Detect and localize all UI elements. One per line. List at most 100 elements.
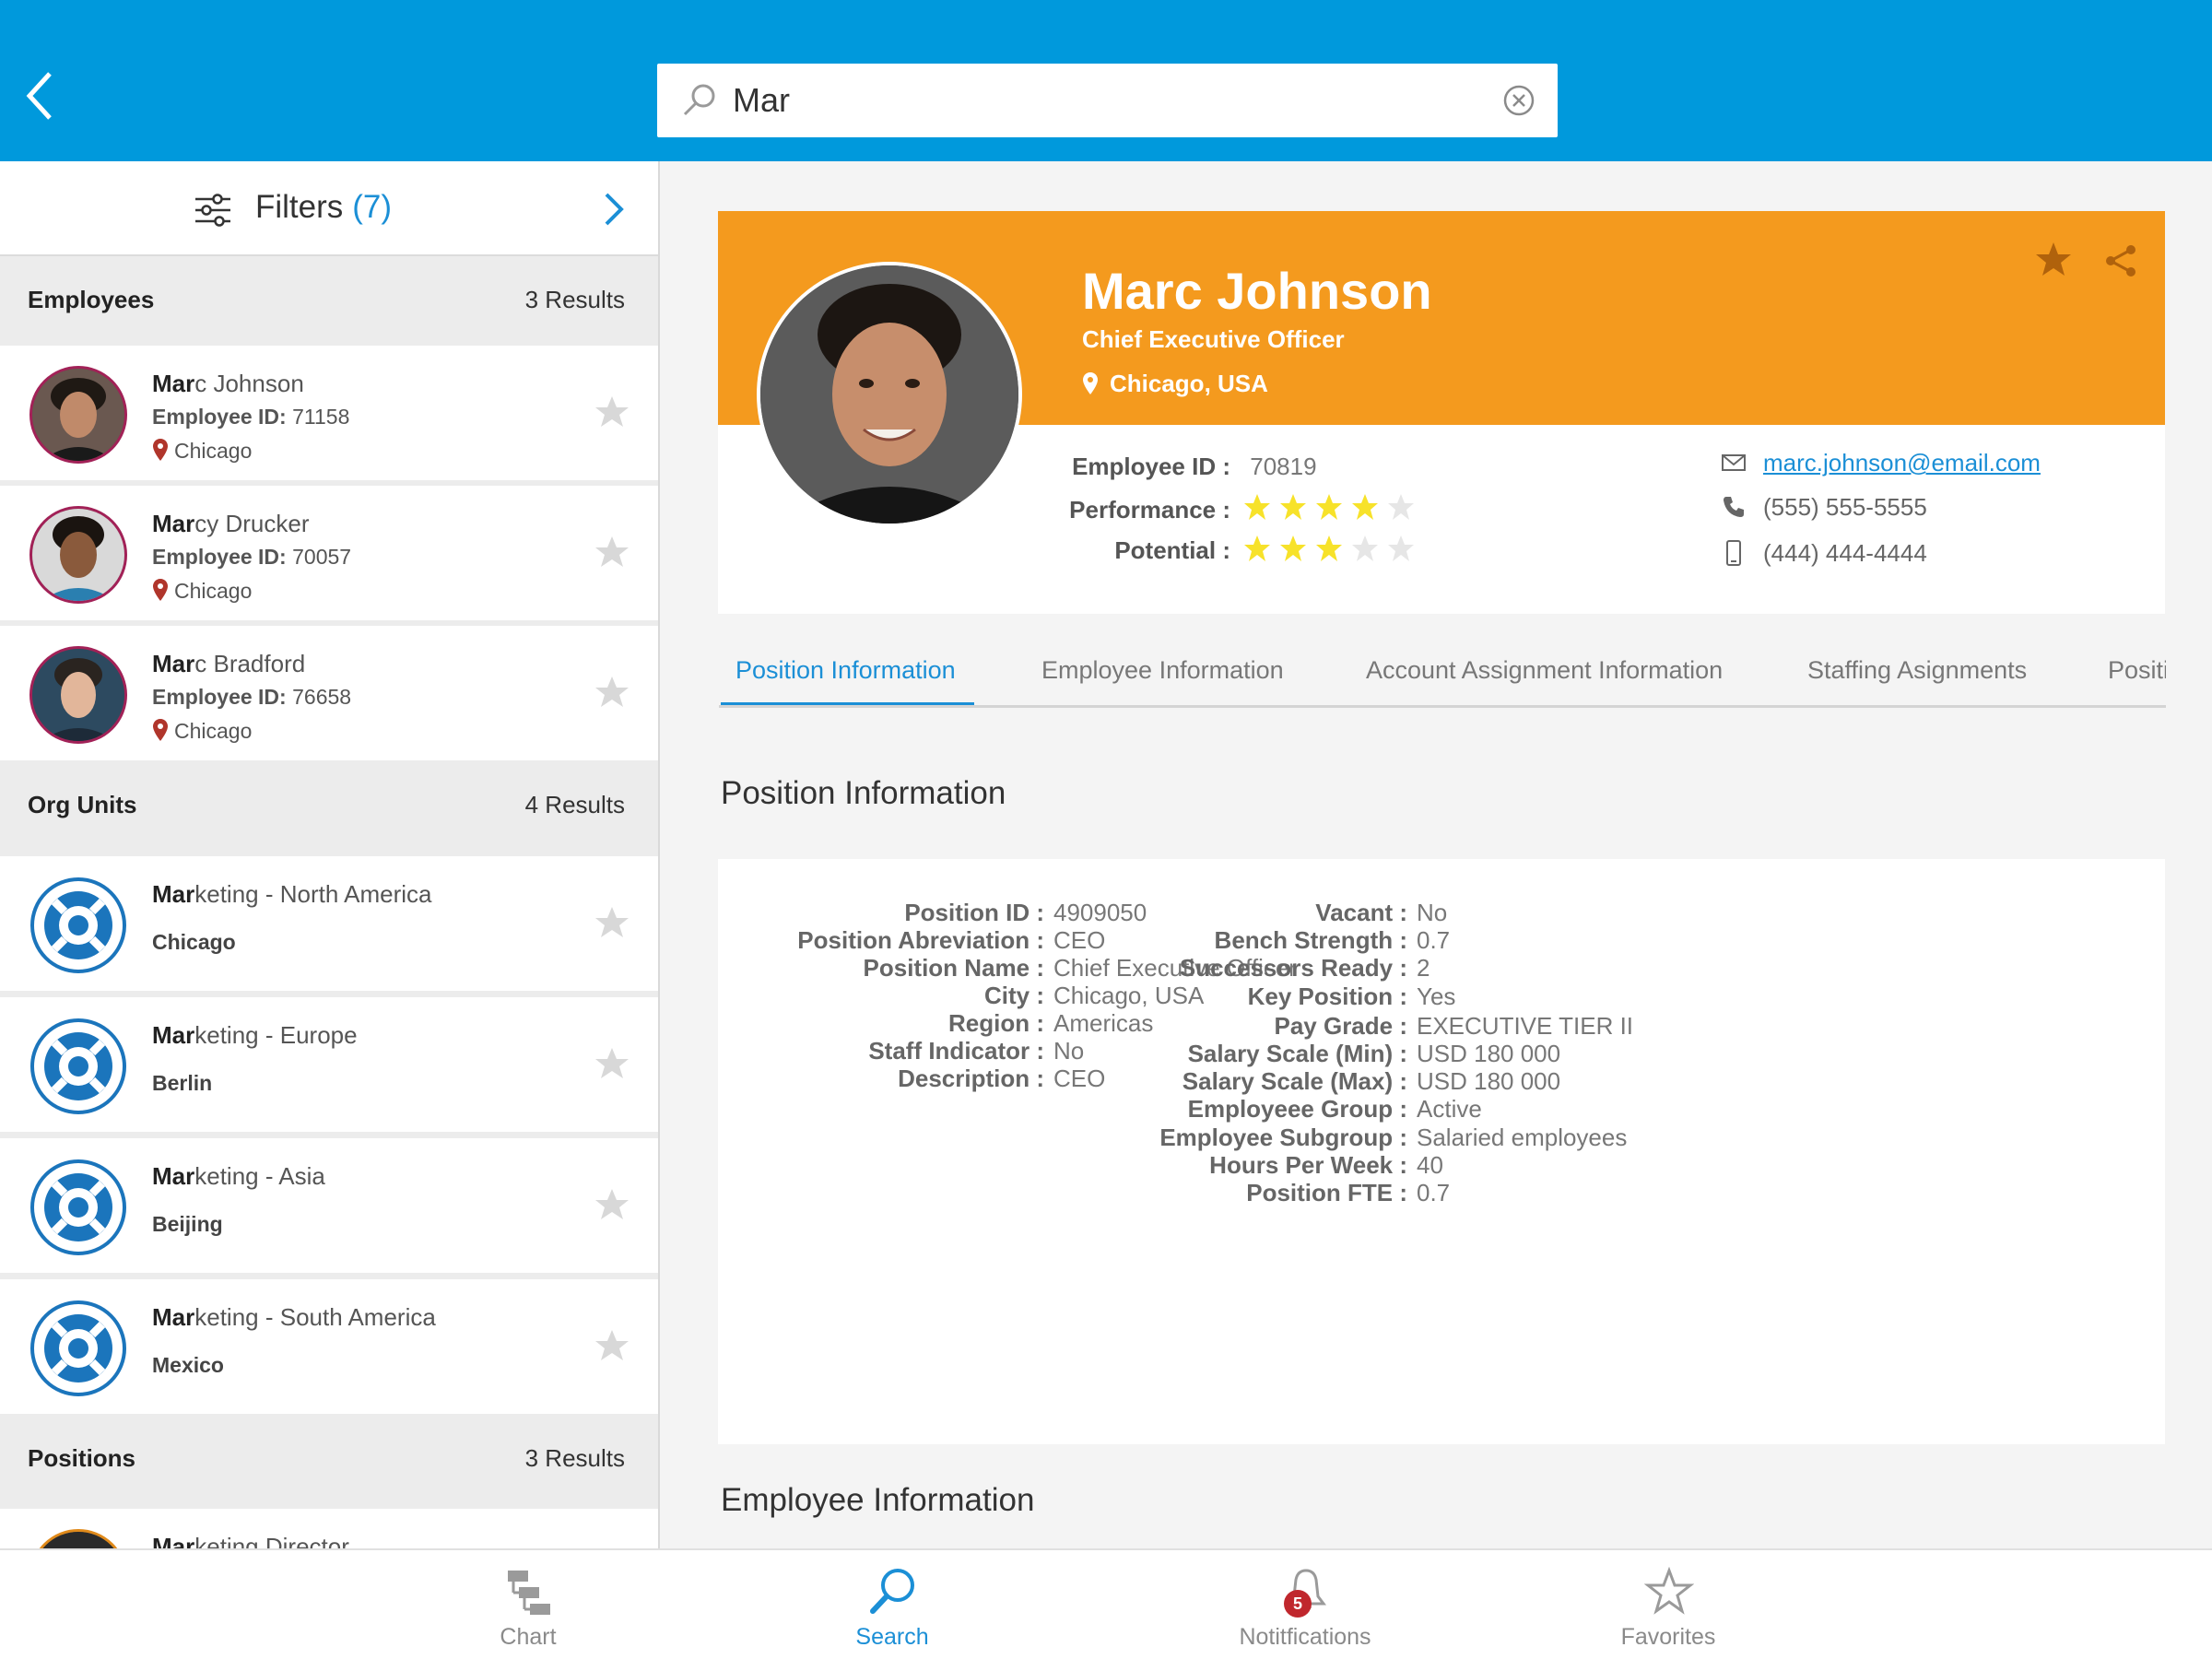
profile-location: Chicago, USA xyxy=(1082,370,1268,398)
result-name: Marketing - Europe xyxy=(152,1021,358,1049)
results-panel: Filters (7) Employees 3 Results Marc John… xyxy=(0,161,660,1548)
result-name: Marketing - North America xyxy=(152,880,432,908)
phone-value[interactable]: (555) 555-5555 xyxy=(1763,493,1927,521)
org-unit-result-item[interactable]: Marketing - Europe Berlin xyxy=(0,997,658,1132)
nav-chart[interactable]: Chart xyxy=(436,1550,620,1659)
search-box xyxy=(657,64,1558,137)
profile-title: Chief Executive Officer xyxy=(1082,325,1345,353)
section-title: Org Units xyxy=(28,791,137,818)
chevron-left-icon xyxy=(26,72,52,120)
mobile-value[interactable]: (444) 444-4444 xyxy=(1763,539,1927,567)
org-unit-icon xyxy=(30,1159,126,1255)
nav-favorites[interactable]: Favorites xyxy=(1576,1550,1760,1659)
field-value: 0.7 xyxy=(1417,1179,1451,1206)
email-link[interactable]: marc.johnson@email.com xyxy=(1763,449,2041,477)
phone-icon xyxy=(1724,497,1744,517)
field-label: Hours Per Week : xyxy=(1209,1150,1407,1179)
result-location: Chicago xyxy=(152,438,252,464)
email-row: marc.johnson@email.com xyxy=(1721,449,2041,477)
profile-card: Marc Johnson Chief Executive Officer Chi… xyxy=(718,211,2165,614)
clear-search-icon[interactable] xyxy=(1502,84,1535,117)
field-value: No xyxy=(1417,899,1448,926)
field-value: 2 xyxy=(1417,954,1430,982)
section-count: 4 Results xyxy=(524,791,625,818)
tab-account-assignment-information[interactable]: Account Assignment Information xyxy=(1366,656,1723,685)
back-button[interactable] xyxy=(17,65,63,127)
tab-position-information[interactable]: Position Information xyxy=(735,656,956,685)
section-count: 3 Results xyxy=(524,1444,625,1472)
search-icon xyxy=(683,84,715,116)
favorite-star-icon[interactable] xyxy=(594,904,630,941)
potential-rating xyxy=(1243,535,1423,567)
result-location: Mexico xyxy=(152,1353,224,1377)
mobile-icon xyxy=(1726,540,1741,566)
avatar xyxy=(29,366,127,464)
org-unit-icon xyxy=(30,1300,126,1396)
favorite-star-icon[interactable] xyxy=(594,534,630,571)
chevron-right-icon[interactable] xyxy=(599,189,627,229)
avatar xyxy=(29,1529,127,1548)
favorite-star-icon[interactable] xyxy=(594,1186,630,1223)
employee-result-item[interactable]: Marc Bradford Employee ID: 76658 Chicago xyxy=(0,626,658,760)
tab-position-f[interactable]: Position F xyxy=(2108,656,2166,685)
top-bar xyxy=(0,0,2212,161)
filters-count: (7) xyxy=(352,189,393,225)
employee-result-item[interactable]: Marc Johnson Employee ID: 71158 Chicago xyxy=(0,346,658,480)
result-name: Marketing Director xyxy=(152,1533,349,1548)
field-value: Yes xyxy=(1417,982,1456,1010)
field-value: USD 180 000 xyxy=(1417,1067,1561,1096)
position-result-item[interactable]: Marketing Director xyxy=(0,1509,658,1548)
favorite-star-icon[interactable] xyxy=(594,1327,630,1364)
field-row: Key Position : Yes xyxy=(718,982,1456,1011)
map-pin-icon xyxy=(153,719,168,741)
filters-bar[interactable]: Filters (7) xyxy=(0,161,658,256)
field-row: Bench Strength : 0.7 xyxy=(718,926,1451,955)
tab-employee-information[interactable]: Employee Information xyxy=(1041,656,1284,685)
org-unit-result-item[interactable]: Marketing - South America Mexico xyxy=(0,1279,658,1414)
positions-section-header: Positions 3 Results xyxy=(0,1417,658,1500)
field-label: Employee Subgroup : xyxy=(1159,1123,1407,1151)
field-row: Employee Subgroup : Salaried employees xyxy=(718,1124,1627,1152)
share-icon[interactable] xyxy=(2102,242,2139,279)
bottom-navigation: Chart Search 5 Notitfications Favorites xyxy=(0,1548,2212,1659)
field-row: Employeee Group : Active xyxy=(718,1095,1482,1124)
result-name: Marketing - Asia xyxy=(152,1162,325,1190)
field-row: Successors Ready : 2 xyxy=(718,954,1430,982)
search-icon xyxy=(870,1569,914,1614)
result-employee-id: Employee ID: 70057 xyxy=(152,545,352,569)
favorite-star-icon[interactable] xyxy=(2034,241,2073,279)
nav-notifications[interactable]: 5 Notitfications xyxy=(1213,1550,1397,1659)
search-input[interactable] xyxy=(733,75,1470,126)
filters-label: Filters (7) xyxy=(255,189,393,225)
favorite-star-icon[interactable] xyxy=(594,394,630,430)
section-title: Positions xyxy=(28,1444,136,1472)
field-value: EXECUTIVE TIER II xyxy=(1417,1011,1634,1040)
org-chart-icon xyxy=(508,1571,550,1615)
result-employee-id: Employee ID: 76658 xyxy=(152,685,352,709)
employee-result-item[interactable]: Marcy Drucker Employee ID: 70057 Chicago xyxy=(0,486,658,620)
detail-panel: Marc Johnson Chief Executive Officer Chi… xyxy=(662,161,2212,1548)
field-row: Position FTE : 0.7 xyxy=(718,1179,1450,1207)
employee-id-value: 70819 xyxy=(1250,453,1317,480)
tab-staffing-asignments[interactable]: Staffing Asignments xyxy=(1807,656,2027,685)
map-pin-icon xyxy=(153,579,168,601)
org-unit-result-item[interactable]: Marketing - Asia Beijing xyxy=(0,1138,658,1273)
nav-search[interactable]: Search xyxy=(800,1550,984,1659)
result-location: Beijing xyxy=(152,1212,223,1236)
result-name: Marcy Drucker xyxy=(152,510,310,537)
result-name: Marc Bradford xyxy=(152,650,306,677)
field-value: Salaried employees xyxy=(1417,1123,1628,1151)
org-unit-result-item[interactable]: Marketing - North America Chicago xyxy=(0,856,658,991)
field-label: Key Position : xyxy=(1247,982,1407,1010)
field-label: Salary Scale (Max) : xyxy=(1182,1067,1407,1096)
field-value: Active xyxy=(1417,1095,1482,1124)
nav-label: Favorites xyxy=(1620,1624,1716,1650)
potential-row: Potential : xyxy=(954,536,1230,565)
section-title: Employees xyxy=(28,286,155,313)
employee-id-row: Employee ID : 70819 xyxy=(954,453,1317,481)
favorite-star-icon[interactable] xyxy=(594,1045,630,1082)
field-row: Salary Scale (Min) : USD 180 000 xyxy=(718,1040,1561,1068)
nav-label: Notitfications xyxy=(1239,1624,1371,1650)
mobile-row: (444) 444-4444 xyxy=(1721,539,1927,568)
favorite-star-icon[interactable] xyxy=(594,674,630,711)
